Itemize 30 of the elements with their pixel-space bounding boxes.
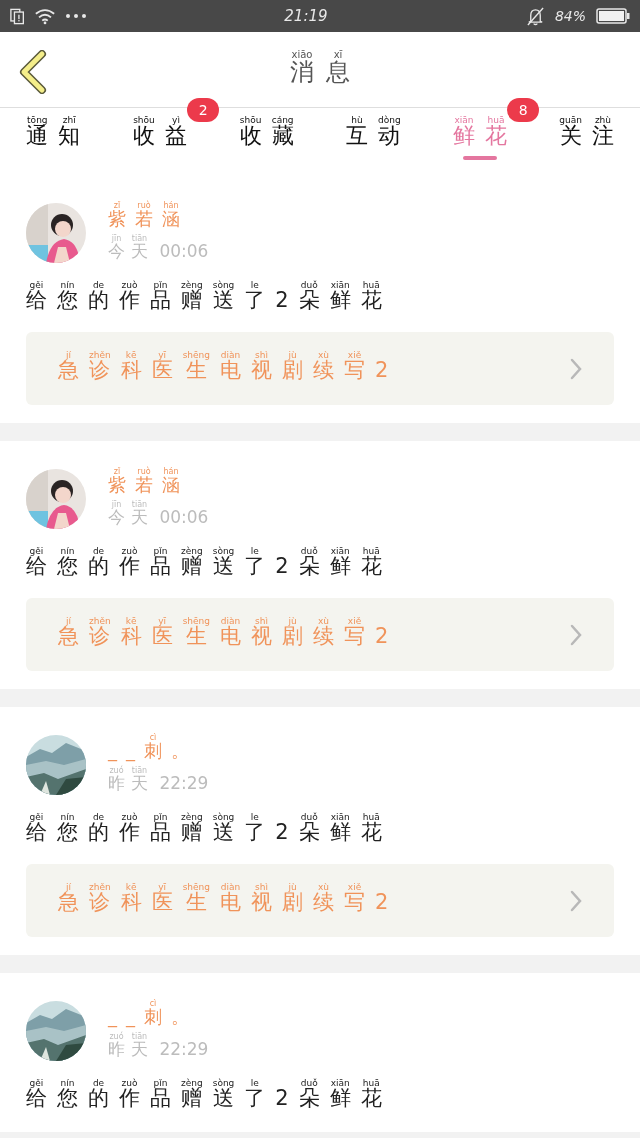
message-time: 今 jīn 天 tiān 00:06 xyxy=(108,500,210,529)
back-chevron-icon xyxy=(18,50,48,94)
bell-off-icon xyxy=(525,6,545,26)
message-text: 给 gěi 您 nín 的 de 作 zuò 品 pǐn 赠 zèng 送 sòng 了 le 2 朵 duǒ 鲜 xiān 花 huā xyxy=(26,812,383,846)
message-time: 昨 zuó 天 tiān 22:29 xyxy=(108,766,210,795)
clock: 21:19 xyxy=(284,5,328,27)
sender-name: 紫 zǐ 若 ruò 涵 hán xyxy=(108,467,181,497)
message-text: 给 gěi 您 nín 的 de 作 zuò 品 pǐn 赠 zèng 送 sòng 了 le 2 朵 duǒ 鲜 xiān 花 huā xyxy=(26,546,383,580)
tab[interactable]: 互 hù 动 dòng xyxy=(339,116,408,152)
message-time: 昨 zuó 天 tiān 22:29 xyxy=(108,1032,210,1061)
tab[interactable]: 收 shōu 藏 cáng xyxy=(232,116,301,152)
wifi-icon xyxy=(34,7,56,25)
chevron-right-icon xyxy=(570,889,582,912)
sender-name: _ _ 刺 cì 。 xyxy=(108,999,190,1030)
message-text: 给 gěi 您 nín 的 de 作 zuò 品 pǐn 赠 zèng 送 sòng 了 le 2 朵 duǒ 鲜 xiān 花 huā xyxy=(26,1078,383,1112)
tab[interactable]: 通 tōng 知 zhī xyxy=(19,116,88,152)
battery-icon xyxy=(596,8,630,24)
battery-percent: 84% xyxy=(554,6,586,26)
chevron-right-icon xyxy=(570,623,582,646)
count-badge: 8 xyxy=(507,98,540,122)
message-time: 今 jīn 天 tiān 00:06 xyxy=(108,234,210,263)
sim-alert-icon xyxy=(10,7,26,25)
page-title: 消 xiāo 息 xī xyxy=(289,49,351,88)
sender-name: _ _ 刺 cì 。 xyxy=(108,733,190,764)
tab[interactable]: 关 guān 注 zhù xyxy=(552,116,621,152)
message-text: 给 gěi 您 nín 的 de 作 zuò 品 pǐn 赠 zèng 送 sòng 了 le 2 朵 duǒ 鲜 xiān 花 huā xyxy=(26,280,383,314)
sender-name: 紫 zǐ 若 ruò 涵 hán xyxy=(108,201,181,231)
more-icon xyxy=(66,14,86,18)
chevron-right-icon xyxy=(570,357,582,380)
count-badge: 2 xyxy=(187,98,220,122)
